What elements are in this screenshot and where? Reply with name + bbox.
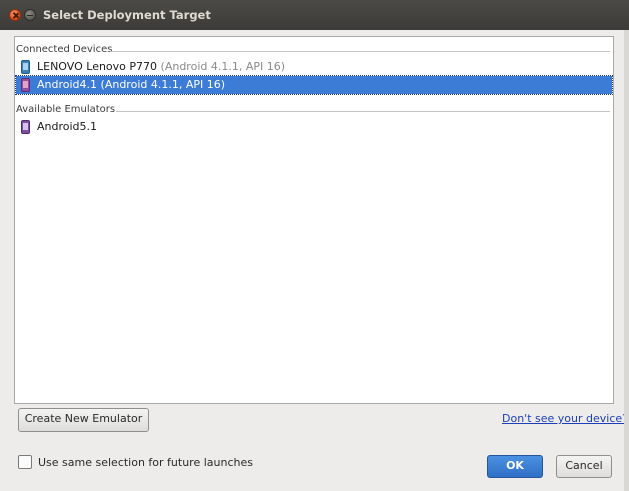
title-bar[interactable]: Select Deployment Target	[0, 0, 629, 30]
phone-device-icon	[21, 60, 30, 74]
emulator-name: Android5.1	[37, 120, 98, 133]
section-divider	[116, 111, 610, 112]
section-divider	[110, 51, 610, 52]
device-name: Android4.1	[37, 78, 98, 91]
device-detail: (Android 4.1.1, API 16)	[160, 60, 286, 73]
remember-selection-label[interactable]: Use same selection for future launches	[38, 456, 253, 469]
remember-selection-checkbox[interactable]	[18, 455, 32, 469]
connected-devices-label: Connected Devices	[16, 44, 117, 55]
minimize-window-icon[interactable]	[24, 9, 36, 21]
available-emulators-header: Available Emulators	[16, 101, 610, 115]
close-window-icon[interactable]	[9, 9, 21, 21]
deployment-target-dialog: Select Deployment Target Connected Devic…	[0, 0, 629, 491]
target-list[interactable]: Connected Devices LENOVO Lenovo P770 (An…	[14, 36, 614, 404]
cancel-button[interactable]: Cancel	[556, 455, 612, 478]
window-title: Select Deployment Target	[43, 8, 211, 22]
device-row-selected[interactable]: Android4.1 (Android 4.1.1, API 16)	[15, 75, 613, 95]
phone-emulator-icon	[21, 120, 30, 134]
ok-button[interactable]: OK	[487, 455, 543, 478]
background-window-edge	[624, 30, 629, 491]
connected-devices-header: Connected Devices	[16, 41, 610, 55]
device-name: LENOVO Lenovo P770	[37, 60, 158, 73]
available-emulators-label: Available Emulators	[16, 104, 120, 115]
emulator-row[interactable]: Android5.1	[16, 118, 612, 136]
create-new-emulator-button[interactable]: Create New Emulator	[18, 408, 149, 432]
device-detail: (Android 4.1.1, API 16)	[100, 78, 226, 91]
phone-emulator-icon	[21, 78, 30, 92]
dont-see-device-link[interactable]: Don't see your device?	[502, 412, 628, 425]
device-row[interactable]: LENOVO Lenovo P770 (Android 4.1.1, API 1…	[16, 58, 612, 76]
